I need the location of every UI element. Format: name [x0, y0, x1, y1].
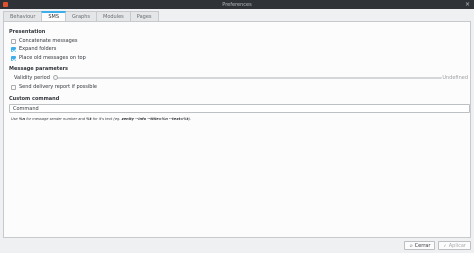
app-icon	[3, 2, 8, 7]
expand-folders-label: Expand folders	[19, 46, 57, 52]
close-button-label: Cerrar	[414, 242, 431, 249]
old-messages-on-top-checkbox[interactable]	[11, 55, 16, 61]
apply-button-label: Aplicar	[448, 242, 466, 249]
custom-command-heading: Custom command	[9, 96, 60, 102]
hint-example-command: zenity --info --title=%n --text=%t	[121, 117, 189, 121]
sms-settings-panel: Presentation Concatenate messages Expand…	[3, 21, 471, 238]
dialog-buttons: ⊘ Cerrar ✓ Aplicar	[404, 241, 471, 250]
old-messages-on-top-label: Place old messages on top	[19, 55, 86, 61]
window-title: Preferences	[222, 1, 252, 8]
tab-behaviour[interactable]: Behaviour	[3, 11, 43, 21]
concatenate-messages-checkbox[interactable]	[11, 38, 16, 44]
validity-period-slider-track[interactable]	[54, 77, 442, 79]
close-button[interactable]: ⊘ Cerrar	[404, 241, 436, 250]
old-messages-on-top-option[interactable]: Place old messages on top	[11, 55, 86, 61]
tab-bar: Behaviour SMS Graphs Modules Pages	[3, 11, 159, 21]
tab-graphs[interactable]: Graphs	[65, 11, 97, 21]
concatenate-messages-option[interactable]: Concatenate messages	[11, 38, 78, 44]
tab-pages[interactable]: Pages	[129, 11, 159, 21]
hint-text-use: Use	[11, 117, 18, 121]
message-parameters-heading: Message parameters	[9, 66, 69, 72]
cancel-icon: ⊘	[409, 243, 413, 248]
tab-sms[interactable]: SMS	[41, 11, 67, 21]
delivery-report-label: Send delivery report if possible	[19, 84, 97, 90]
delivery-report-checkbox[interactable]	[11, 84, 16, 90]
close-icon[interactable]: ×	[465, 1, 470, 8]
expand-folders-option[interactable]: Expand folders	[11, 46, 56, 52]
custom-command-input[interactable]	[9, 104, 470, 113]
apply-icon: ✓	[443, 243, 447, 248]
presentation-heading: Presentation	[9, 29, 46, 35]
hint-sender-token: %n	[18, 117, 26, 121]
title-bar: Preferences ×	[0, 0, 474, 9]
hint-text-mid2: for it's text (eg.	[92, 117, 121, 121]
delivery-report-option[interactable]: Send delivery report if possible	[11, 84, 97, 90]
hint-text-end: ).	[188, 117, 192, 121]
validity-period-row: Validity period Undefined	[14, 75, 470, 81]
custom-command-hint: Use %n for message sender number and %t …	[11, 117, 191, 121]
validity-period-value: Undefined	[442, 75, 468, 81]
apply-button[interactable]: ✓ Aplicar	[438, 241, 471, 250]
expand-folders-checkbox[interactable]	[11, 46, 16, 52]
hint-text-token: %t	[86, 117, 92, 121]
concatenate-messages-label: Concatenate messages	[19, 38, 78, 44]
validity-period-label: Validity period	[14, 75, 50, 81]
hint-text-mid: for message sender number and	[26, 117, 85, 121]
tab-modules[interactable]: Modules	[96, 11, 131, 21]
validity-period-slider-handle[interactable]	[53, 75, 58, 80]
